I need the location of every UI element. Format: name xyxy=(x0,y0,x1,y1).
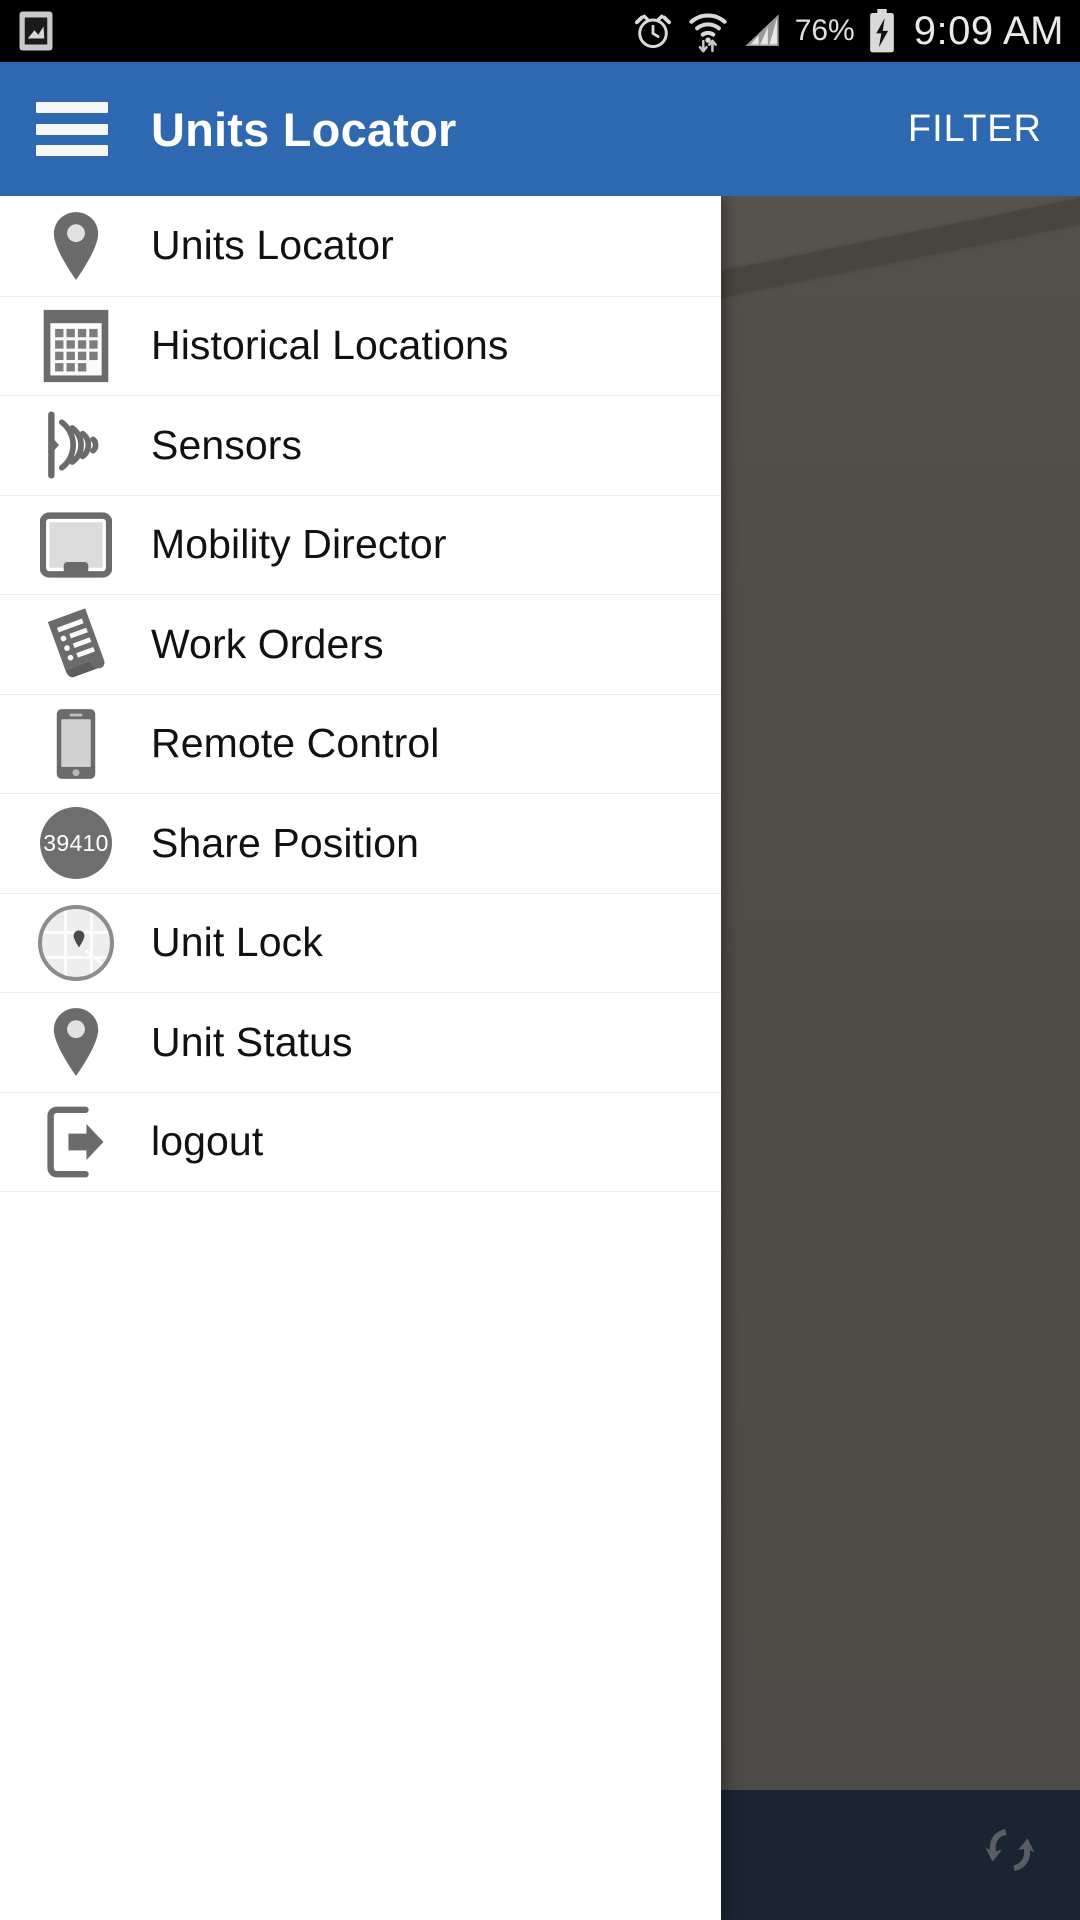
sidebar-item-label: Units Locator xyxy=(151,222,394,269)
alarm-clock-icon xyxy=(634,14,671,49)
sidebar-item-label: Work Orders xyxy=(151,620,384,667)
sidebar-item-mobility-director[interactable]: Mobility Director xyxy=(0,494,721,594)
smartphone-icon xyxy=(34,702,118,786)
unit-id-badge-icon: 39410 xyxy=(34,801,118,885)
sidebar-item-unit-status[interactable]: Unit Status xyxy=(0,992,721,1092)
sidebar-item-sensors[interactable]: Sensors xyxy=(0,395,721,495)
battery-percent-label: 76% xyxy=(794,14,855,47)
sidebar-item-work-orders[interactable]: Work Orders xyxy=(0,594,721,694)
status-bar: 76% 9:09 AM xyxy=(0,0,1080,62)
filter-button[interactable]: FILTER xyxy=(904,98,1046,161)
status-bar-left-icons xyxy=(18,10,54,52)
navigation-drawer: Units Locator Historical Locations Senso… xyxy=(0,196,721,1920)
document-list-icon xyxy=(34,602,118,686)
sidebar-item-label: Share Position xyxy=(151,819,420,866)
tablet-monitor-icon xyxy=(34,503,118,587)
map-pin-icon xyxy=(34,1000,118,1084)
sidebar-item-label: Sensors xyxy=(151,421,303,468)
page-title: Units Locator xyxy=(151,102,457,156)
sidebar-item-label: Remote Control xyxy=(151,720,440,767)
hamburger-bar xyxy=(36,102,108,113)
clock-label: 9:09 AM xyxy=(913,8,1064,53)
sidebar-item-remote-control[interactable]: Remote Control xyxy=(0,693,721,793)
hamburger-menu-icon[interactable] xyxy=(36,102,108,156)
map-thumbnail xyxy=(38,904,114,981)
map-thumbnail-icon xyxy=(34,901,118,985)
status-bar-right-icons: 76% 9:09 AM xyxy=(632,9,1064,54)
hamburger-bar xyxy=(36,145,108,156)
calendar-grid-icon xyxy=(34,304,118,388)
phone-screen: ➞ xyxy=(0,0,1080,1920)
wifi-transfer-icon xyxy=(689,13,727,53)
sidebar-item-share-position[interactable]: 39410 Share Position xyxy=(0,793,721,893)
map-thumb-pin-icon xyxy=(73,930,85,948)
sidebar-item-logout[interactable]: logout xyxy=(0,1091,721,1191)
unit-id-badge: 39410 xyxy=(40,807,112,880)
drawer-item-list: Units Locator Historical Locations Senso… xyxy=(0,196,721,1191)
hamburger-bar xyxy=(36,123,108,135)
sidebar-item-label: Mobility Director xyxy=(151,521,447,568)
sidebar-item-historical-locations[interactable]: Historical Locations xyxy=(0,295,721,395)
unit-id-badge-label: 39410 xyxy=(43,829,109,856)
app-bar: Units Locator FILTER xyxy=(0,62,1080,196)
sidebar-item-label: Historical Locations xyxy=(151,322,509,369)
cellular-signal-icon xyxy=(745,14,779,46)
screenshot-image-icon xyxy=(19,11,53,51)
logout-exit-icon xyxy=(34,1100,118,1184)
sidebar-item-units-locator[interactable]: Units Locator xyxy=(0,196,721,296)
drawer-empty-area xyxy=(0,1191,721,1751)
sidebar-item-unit-lock[interactable]: Unit Lock xyxy=(0,892,721,992)
sidebar-item-label: logout xyxy=(151,1118,264,1165)
sidebar-item-label: Unit Lock xyxy=(151,919,323,966)
sidebar-item-label: Unit Status xyxy=(151,1018,353,1065)
map-pin-icon xyxy=(34,204,118,288)
signal-waves-icon xyxy=(34,403,118,487)
battery-charging-icon xyxy=(869,9,894,53)
